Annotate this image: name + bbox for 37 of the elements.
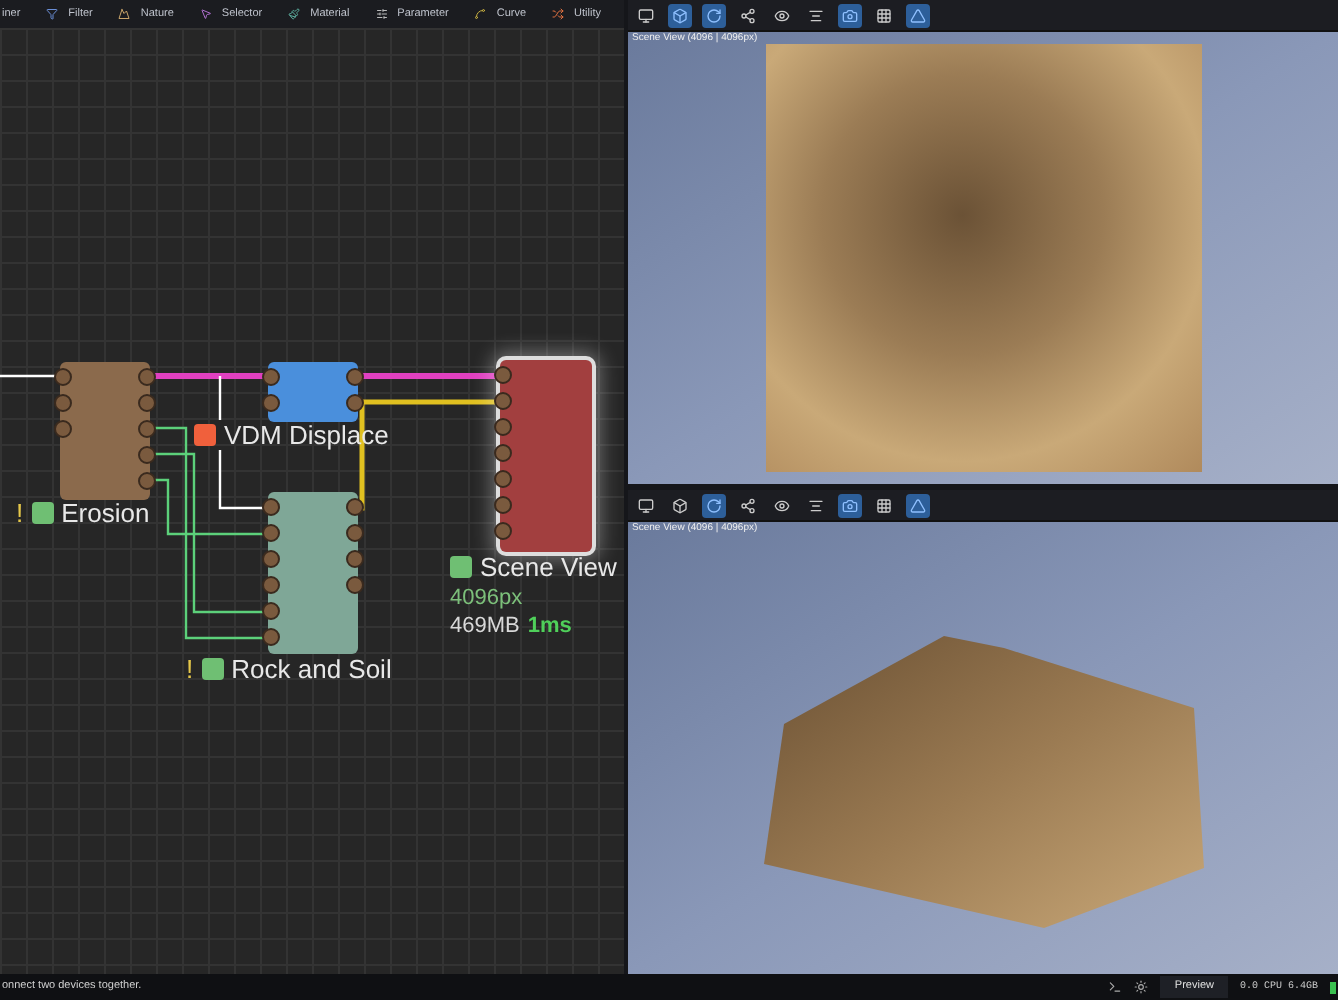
time-text: 1ms — [527, 613, 572, 641]
category-icon — [118, 8, 131, 20]
graph-node[interactable] — [268, 492, 358, 654]
terminal-icon[interactable] — [1108, 980, 1123, 994]
status-indicator — [1330, 981, 1336, 993]
toolbar-icon[interactable] — [838, 493, 862, 517]
node-label: Scene View — [480, 554, 617, 580]
category-icon — [474, 8, 487, 20]
toolbar-icon[interactable] — [634, 493, 658, 517]
toolbar-icon[interactable] — [736, 493, 760, 517]
toolbar-icon[interactable] — [872, 493, 896, 517]
warning-mark: ! — [16, 500, 24, 526]
category-icon — [46, 8, 59, 20]
graph-node[interactable] — [60, 362, 150, 500]
node-label: Erosion — [61, 500, 150, 526]
wire — [0, 374, 60, 378]
toolbar-icon[interactable] — [668, 493, 692, 517]
toolbar-icon[interactable] — [668, 3, 692, 27]
toolbar-icon[interactable] — [906, 493, 930, 517]
toolbar-icon[interactable] — [872, 3, 896, 27]
warning-mark: ! — [186, 656, 194, 682]
category-icon — [552, 8, 565, 20]
toolbar-icon[interactable] — [838, 3, 862, 27]
graph-node[interactable] — [268, 362, 358, 422]
memory-text: 469MB — [450, 613, 520, 641]
toolbar-icon[interactable] — [702, 3, 726, 27]
toolbar-icon[interactable] — [634, 3, 658, 27]
brightness-icon[interactable] — [1134, 980, 1149, 994]
category-icon — [375, 8, 388, 20]
category-icon — [288, 8, 301, 20]
node-label: Rock and Soil — [231, 656, 392, 682]
category-icon — [199, 8, 212, 20]
graph-node[interactable] — [500, 360, 592, 552]
toolbar-icon[interactable] — [702, 493, 726, 517]
resolution-text: 4096px — [450, 586, 525, 614]
toolbar-icon[interactable] — [736, 3, 760, 27]
toolbar-icon[interactable] — [906, 3, 930, 27]
